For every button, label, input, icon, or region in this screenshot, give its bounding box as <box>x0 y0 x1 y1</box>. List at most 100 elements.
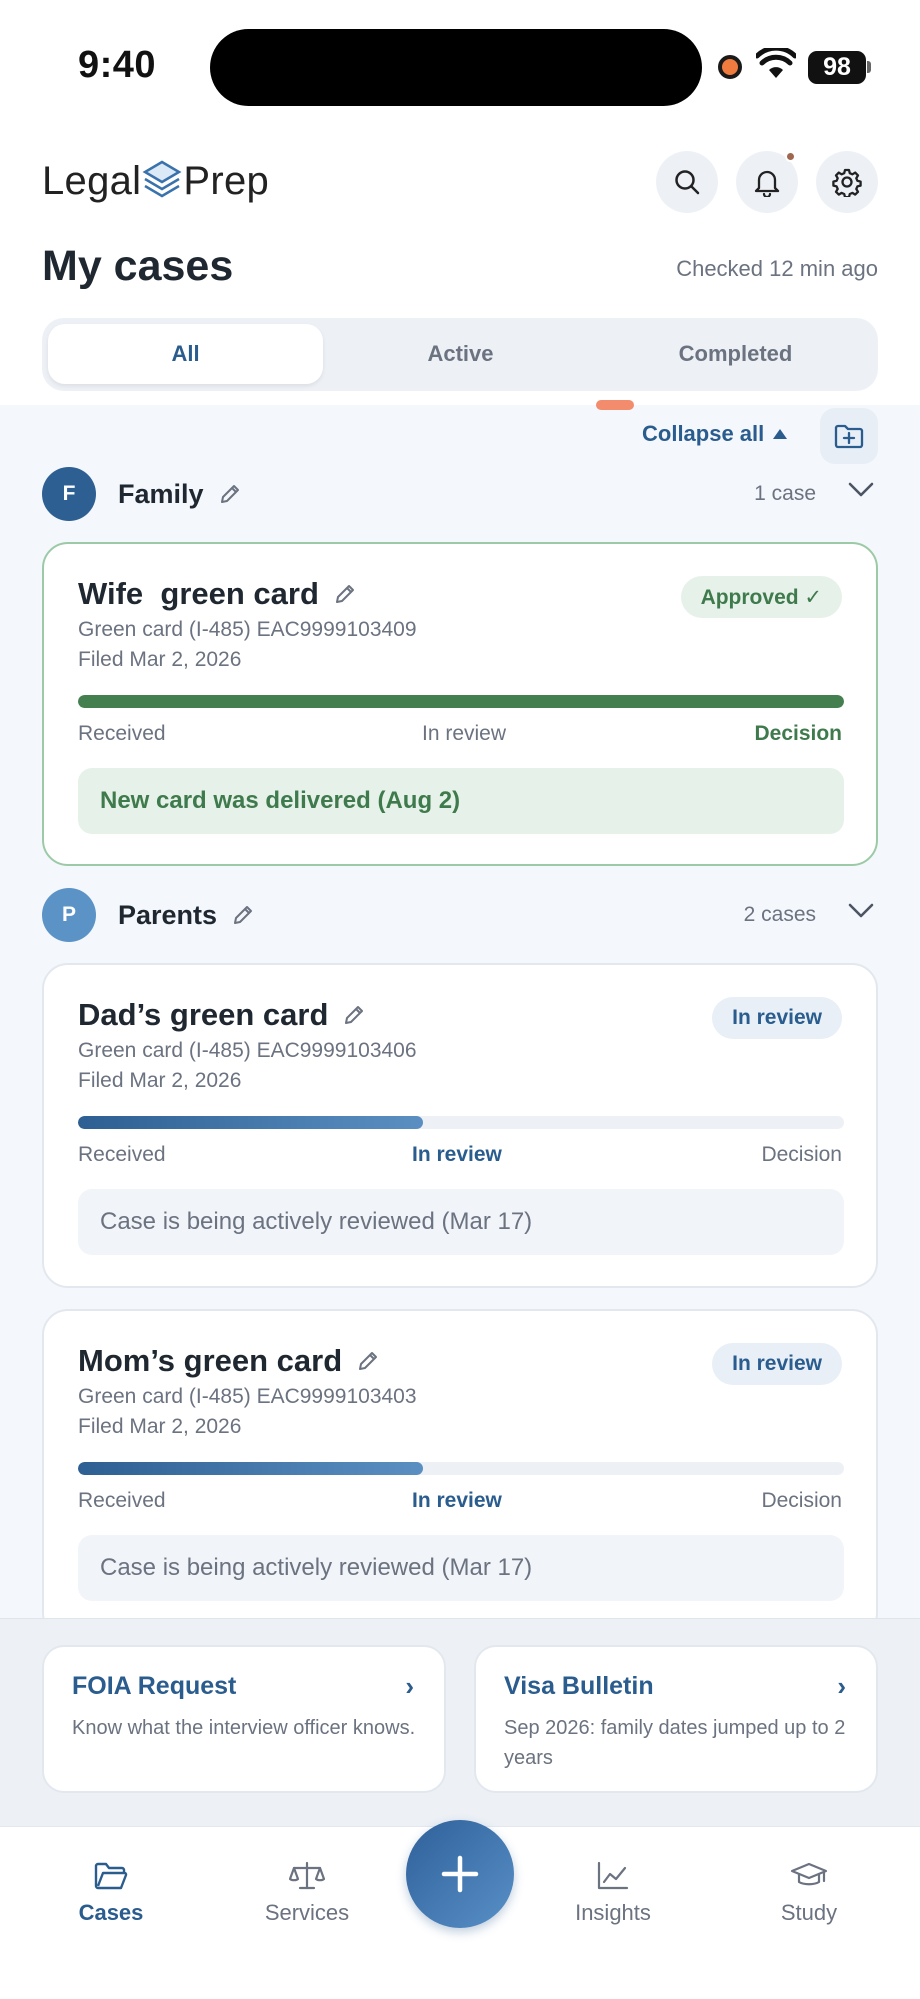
status-bar: 9:40 98 <box>0 0 920 130</box>
graduation-cap-icon <box>790 1862 828 1886</box>
case-type-receipt: Green card (I-485) EAC9999103406 <box>78 1039 417 1062</box>
tab-cases[interactable]: Cases <box>41 1860 181 1926</box>
case-card-dad[interactable]: Dad’s green card In review Green card (I… <box>42 963 878 1288</box>
group-name: Family <box>118 478 204 509</box>
pencil-icon[interactable] <box>342 1003 366 1027</box>
case-type-receipt: Green card (I-485) EAC9999103403 <box>78 1385 417 1408</box>
battery-nub <box>867 61 871 73</box>
progress-fill <box>78 1116 423 1129</box>
chevron-right-icon: › <box>837 1671 846 1701</box>
wifi-icon <box>756 48 796 78</box>
status-badge: In review <box>712 997 842 1039</box>
promo-card-foia[interactable]: FOIA Request › Know what the interview o… <box>42 1645 446 1793</box>
tab-services[interactable]: Services <box>237 1860 377 1926</box>
progress-track <box>78 1462 844 1475</box>
group-case-count: 2 cases <box>743 903 816 926</box>
settings-button[interactable] <box>816 151 878 213</box>
stage-in-review: In review <box>412 1489 502 1512</box>
logo-layers-icon <box>142 160 182 198</box>
stage-decision: Decision <box>761 1143 842 1166</box>
logo-text-right: Prep <box>183 158 270 203</box>
logo-text-left: Legal <box>42 158 142 203</box>
promo-title: Visa Bulletin <box>504 1672 654 1700</box>
progress-track <box>78 1116 844 1129</box>
progress-fill <box>78 695 844 708</box>
case-filter-tabs: All Active Completed <box>42 318 878 391</box>
folder-plus-icon <box>834 424 864 449</box>
group-avatar: F <box>42 467 96 521</box>
stage-received: Received <box>78 722 166 745</box>
app-logo: Legal Prep <box>42 156 269 206</box>
case-card-mom[interactable]: Mom’s green card In review Green card (I… <box>42 1309 878 1639</box>
progress-fill <box>78 1462 423 1475</box>
search-icon <box>675 170 700 195</box>
collapse-all-label: Collapse all <box>642 421 765 446</box>
status-badge: In review <box>712 1343 842 1385</box>
status-time: 9:40 <box>78 44 157 86</box>
plus-icon <box>441 1855 479 1893</box>
scroll-indicator <box>596 400 634 410</box>
case-type-receipt: Green card (I-485) EAC9999103409 <box>78 618 417 641</box>
case-filed-date: Filed Mar 2, 2026 <box>78 1415 242 1438</box>
page-title: My cases <box>42 242 234 290</box>
chevron-down-icon[interactable] <box>848 903 874 919</box>
tab-completed[interactable]: Completed <box>598 324 873 384</box>
add-case-button[interactable] <box>406 1820 514 1928</box>
stage-received: Received <box>78 1143 166 1166</box>
tab-insights[interactable]: Insights <box>543 1860 683 1926</box>
status-badge: Approved ✓ <box>680 576 842 618</box>
case-update-note: New card was delivered (Aug 2) <box>78 768 844 834</box>
dynamic-island <box>210 29 702 106</box>
tab-label: Cases <box>78 1900 144 1925</box>
tab-all[interactable]: All <box>48 324 323 384</box>
case-update-note: Case is being actively reviewed (Mar 17) <box>78 1535 844 1601</box>
battery-level: 98 <box>808 51 866 84</box>
chart-icon <box>597 1861 629 1890</box>
group-name: Parents <box>118 899 218 930</box>
promo-card-visa-bulletin[interactable]: Visa Bulletin › Sep 2026: family dates j… <box>474 1645 878 1793</box>
add-folder-button[interactable] <box>820 408 878 464</box>
stage-in-review: In review <box>422 722 507 745</box>
chevron-right-icon: › <box>405 1671 414 1701</box>
notification-dot <box>785 151 796 162</box>
promo-title: FOIA Request <box>72 1672 237 1700</box>
triangle-up-icon <box>773 429 788 439</box>
edit-group-button[interactable] <box>218 482 242 506</box>
pencil-icon[interactable] <box>333 582 357 606</box>
case-title: Wife green card <box>78 576 319 611</box>
edit-group-button[interactable] <box>231 903 255 927</box>
group-case-count: 1 case <box>754 482 816 505</box>
promo-description: Know what the interview officer knows. <box>72 1717 416 1739</box>
tab-study[interactable]: Study <box>739 1860 879 1926</box>
last-checked-text: Checked 12 min ago <box>676 256 878 281</box>
tab-label: Services <box>264 1900 350 1925</box>
recording-indicator-icon <box>718 55 742 79</box>
group-header-parents[interactable]: P Parents 2 cases <box>42 887 878 943</box>
case-update-note: Case is being actively reviewed (Mar 17) <box>78 1189 844 1255</box>
stage-in-review: In review <box>412 1143 502 1166</box>
tab-label: Insights <box>575 1900 651 1925</box>
case-title-row: Dad’s green card <box>78 997 366 1033</box>
chevron-down-icon[interactable] <box>848 482 874 498</box>
tab-label: Study <box>780 1900 838 1925</box>
progress-track <box>78 695 844 708</box>
folder-icon <box>94 1862 128 1890</box>
case-title-row: Wife green card <box>78 576 357 612</box>
group-header-family[interactable]: F Family 1 case <box>42 466 878 522</box>
notifications-button[interactable] <box>736 151 798 213</box>
stage-decision: Decision <box>761 1489 842 1512</box>
group-avatar: P <box>42 888 96 942</box>
stage-decision: Decision <box>754 722 842 745</box>
case-title-row: Mom’s green card <box>78 1343 380 1379</box>
case-title: Mom’s green card <box>78 1343 343 1378</box>
pencil-icon <box>234 906 253 924</box>
case-card-wife[interactable]: Wife green card Approved ✓ Green card (I… <box>42 542 878 866</box>
tab-active[interactable]: Active <box>323 324 598 384</box>
search-button[interactable] <box>656 151 718 213</box>
scales-icon <box>289 1861 325 1890</box>
collapse-all-button[interactable]: Collapse all <box>642 421 788 447</box>
gear-icon <box>832 168 862 197</box>
stage-received: Received <box>78 1489 166 1512</box>
pencil-icon[interactable] <box>356 1349 380 1373</box>
promo-description: Sep 2026: family dates jumped up to 2 ye… <box>504 1717 846 1769</box>
